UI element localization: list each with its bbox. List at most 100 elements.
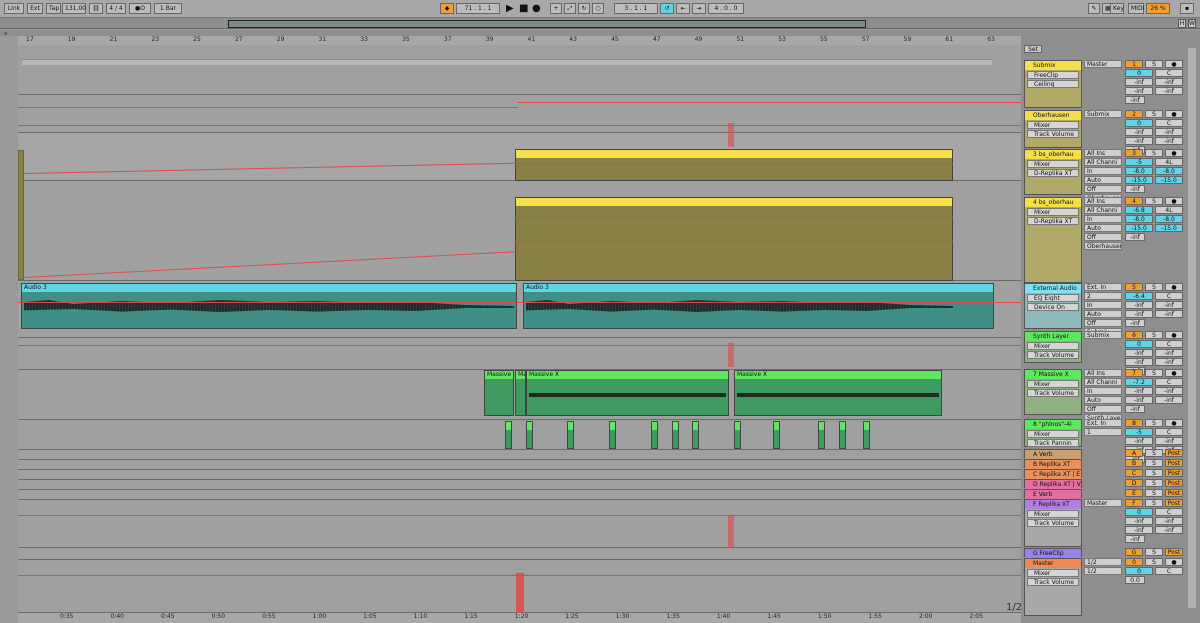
io-chooser[interactable]: Submix	[1084, 331, 1122, 339]
send-field[interactable]: -8.0	[1155, 215, 1183, 223]
midi-clip-massive-b[interactable]: Ma	[515, 370, 526, 416]
lane-return-d[interactable]	[18, 480, 1021, 490]
midi-clip-bs-oberhau-3[interactable]	[515, 149, 953, 181]
send-field[interactable]: -inf	[1125, 526, 1153, 534]
track-name[interactable]: F Replika XT	[1025, 500, 1081, 509]
track-name[interactable]: Master	[1025, 559, 1081, 568]
pan-field[interactable]: 4L	[1155, 158, 1183, 166]
automation-line[interactable]	[515, 241, 953, 242]
automation-line[interactable]	[18, 107, 518, 108]
submix-automation-clip[interactable]	[22, 59, 992, 65]
device-chooser[interactable]: Track Volume	[1027, 351, 1079, 359]
arm-button[interactable]: ●	[1165, 419, 1183, 427]
pan-field[interactable]: C	[1155, 292, 1183, 300]
midi-clip-massive-a[interactable]: Massive X	[484, 370, 514, 416]
automation-marker[interactable]	[728, 343, 734, 367]
track-name[interactable]: E Verb	[1025, 490, 1081, 499]
io-chooser[interactable]: Submix	[1084, 110, 1122, 118]
post-button[interactable]: Post	[1165, 479, 1183, 487]
arm-button[interactable]: ●	[1165, 60, 1183, 68]
small-clip[interactable]	[734, 421, 741, 449]
send-field[interactable]: -inf	[1155, 349, 1183, 357]
device-chooser[interactable]: FreeClip	[1027, 71, 1079, 79]
automation-arm-icon[interactable]: ⤢	[564, 3, 576, 14]
automation-line[interactable]	[18, 345, 1021, 346]
send-field[interactable]: -inf	[1155, 137, 1183, 145]
automation-line[interactable]	[515, 163, 953, 164]
send-field[interactable]: -inf	[1125, 78, 1153, 86]
track-header[interactable]: G FreeClip	[1024, 548, 1082, 558]
io-chooser[interactable]: All Ins	[1084, 369, 1122, 377]
post-button[interactable]: Post	[1165, 548, 1183, 556]
send-field[interactable]: -inf	[1125, 358, 1153, 366]
device-chooser[interactable]: Mixer	[1027, 160, 1079, 168]
track-activator[interactable]: A	[1125, 449, 1143, 457]
send-field[interactable]: -15.0	[1155, 224, 1183, 232]
volume-field[interactable]: -5	[1125, 428, 1153, 436]
lane-return-e[interactable]	[18, 490, 1021, 500]
send-field[interactable]: -inf	[1125, 137, 1153, 145]
track-activator[interactable]: 4	[1125, 197, 1143, 205]
track-name[interactable]: C Replika XT | E	[1025, 470, 1081, 479]
send-field[interactable]: -inf	[1125, 128, 1153, 136]
track-header[interactable]: D Replika XT | V	[1024, 479, 1082, 489]
track-header[interactable]: 7 Massive X Mixer Track Volume	[1024, 369, 1082, 415]
track-name[interactable]: Synth Layer	[1025, 332, 1081, 341]
device-chooser[interactable]: Mixer	[1027, 342, 1079, 350]
io-chooser[interactable]: Auto	[1084, 224, 1122, 232]
track-activator[interactable]: 8	[1125, 419, 1143, 427]
solo-button[interactable]: S	[1145, 489, 1163, 497]
volume-field[interactable]: 0	[1125, 69, 1153, 77]
send-field[interactable]: -inf	[1125, 396, 1153, 404]
pan-field[interactable]: C	[1155, 378, 1183, 386]
midi-clip-massive-c[interactable]: Massive X	[526, 370, 729, 416]
device-chooser[interactable]: Mixer	[1027, 569, 1079, 577]
quantize-menu[interactable]: 1 Bar	[154, 3, 182, 14]
track-header[interactable]: Master Mixer Track Volume	[1024, 558, 1082, 616]
vertical-scrollbar[interactable]	[1188, 48, 1196, 608]
post-button[interactable]: Post	[1165, 499, 1183, 507]
io-chooser[interactable]: All Channi	[1084, 158, 1122, 166]
track-activator[interactable]: 1	[1125, 60, 1143, 68]
solo-button[interactable]: S	[1145, 60, 1163, 68]
post-button[interactable]: Post	[1165, 449, 1183, 457]
punch-in-icon[interactable]: ⇤	[676, 3, 690, 14]
lane-return-g[interactable]	[18, 548, 1021, 560]
io-chooser[interactable]: 2	[1084, 292, 1122, 300]
track-activator[interactable]: F	[1125, 499, 1143, 507]
io-chooser[interactable]: In	[1084, 387, 1122, 395]
solo-button[interactable]: S	[1145, 110, 1163, 118]
midi-clip-bs-oberhau-4[interactable]	[515, 197, 953, 281]
io-chooser[interactable]: Off	[1084, 233, 1122, 241]
io-chooser[interactable]: In	[1084, 167, 1122, 175]
send-field[interactable]: -inf	[1125, 301, 1153, 309]
solo-button[interactable]: S	[1145, 479, 1163, 487]
lane-return-b[interactable]	[18, 460, 1021, 470]
track-name[interactable]: Oberhausen	[1025, 111, 1081, 120]
small-clip[interactable]	[863, 421, 870, 449]
small-clip[interactable]	[567, 421, 574, 449]
lane-return-a[interactable]	[18, 450, 1021, 460]
volume-field[interactable]: 0	[1125, 340, 1153, 348]
ext-button[interactable]: Ext	[27, 3, 43, 14]
io-chooser[interactable]: Off	[1084, 319, 1122, 327]
send-field[interactable]: -inf	[1125, 437, 1153, 445]
automation-marker[interactable]	[516, 573, 524, 613]
track-activator[interactable]: 6	[1125, 331, 1143, 339]
device-chooser[interactable]: Mixer	[1027, 121, 1079, 129]
track-activator[interactable]: G	[1125, 548, 1143, 556]
track-name[interactable]: 3 bs_oberhau	[1025, 150, 1081, 159]
send-field[interactable]: -8.0	[1155, 167, 1183, 175]
tap-button[interactable]: Tap	[46, 3, 61, 14]
small-clip[interactable]	[818, 421, 825, 449]
play-icon[interactable]: ▶	[506, 3, 514, 14]
send-field[interactable]: -inf	[1125, 87, 1153, 95]
device-chooser[interactable]: EQ Eight	[1027, 294, 1079, 302]
track-header[interactable]: Oberhausen Mixer Track Volume	[1024, 110, 1082, 148]
track-activator[interactable]: B	[1125, 459, 1143, 467]
track-name[interactable]: 4 bs_oberhau	[1025, 198, 1081, 207]
track-activator[interactable]: 0	[1125, 558, 1143, 566]
send-field[interactable]: -inf	[1155, 396, 1183, 404]
arm-button[interactable]: ●	[1165, 197, 1183, 205]
volume-field[interactable]: -6.4	[1125, 292, 1153, 300]
